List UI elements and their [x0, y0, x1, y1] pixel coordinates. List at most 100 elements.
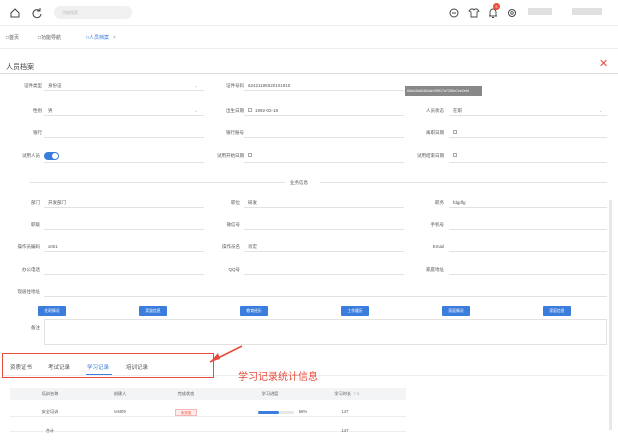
close-icon[interactable]: ×	[113, 35, 116, 41]
home-addr-label: 家庭地址	[426, 267, 444, 272]
wechat-field[interactable]	[244, 229, 404, 230]
chevron-down-icon: ⌄	[599, 108, 603, 113]
calendar-icon[interactable]	[248, 153, 252, 157]
work-history-button[interactable]: 工作履历	[341, 306, 369, 316]
status-select[interactable]: 在职	[453, 108, 462, 114]
annotation-text: 学习记录统计信息	[238, 372, 318, 383]
cell-creator: test09	[114, 409, 126, 414]
current-addr-label: 现居住地址	[17, 289, 41, 294]
wechat-label: 微信号	[226, 222, 241, 227]
dept-label: 部门	[31, 200, 40, 205]
total-label: 合计	[45, 428, 55, 433]
dept-underline	[44, 207, 204, 208]
trial-underline	[44, 162, 204, 163]
remark-label: 备注	[31, 325, 40, 330]
scrollbar[interactable]	[609, 200, 612, 430]
notification-badge: 5	[493, 3, 500, 10]
status-badge: 未完成	[175, 409, 197, 416]
cert-type-select[interactable]: 身份证	[48, 83, 62, 89]
duty-field[interactable]: fdgdfg	[453, 200, 466, 205]
op-name-field[interactable]: 肖宏	[248, 244, 257, 250]
cell-duration: 147	[341, 409, 349, 414]
leave-date-label: 离职日期	[426, 130, 444, 135]
position-underline	[244, 207, 404, 208]
remark-textarea[interactable]	[44, 319, 607, 345]
filter-icon[interactable]: ▽ ⇅	[353, 392, 360, 396]
trial-start-label: 试用开始日期	[217, 153, 244, 158]
tab-bar: □首页 □功能导航 □人员档案 ×	[0, 27, 618, 49]
bank-account-label: 银行账号	[226, 130, 244, 135]
top-bar: 功能搜索 5	[0, 0, 618, 26]
status-underline	[449, 115, 607, 116]
refresh-icon[interactable]	[30, 6, 44, 20]
gender-underline	[44, 115, 204, 116]
trial-end-field[interactable]	[449, 162, 607, 163]
duty-label: 职务	[435, 200, 444, 205]
zoom-icon[interactable]	[447, 6, 461, 20]
trial-toggle[interactable]	[44, 152, 59, 160]
home-addr-field[interactable]	[449, 274, 607, 275]
rank-field[interactable]	[44, 229, 204, 230]
shirt-icon[interactable]	[467, 6, 481, 20]
section-divider	[30, 182, 285, 183]
progress-fill	[258, 411, 279, 414]
education-button[interactable]: 教育经历	[240, 306, 268, 316]
reward-button[interactable]: 奖励信息	[139, 306, 167, 316]
position-field[interactable]: 研发	[248, 200, 257, 206]
section-title: 业务信息	[290, 180, 308, 185]
col-header: 培训名称	[41, 391, 59, 396]
cert-no-underline	[244, 90, 404, 91]
family-status-button[interactable]: 家庭情况	[442, 306, 470, 316]
col-header: 学习时长 ▽ ⇅	[334, 391, 360, 396]
email-field[interactable]	[449, 251, 607, 252]
cert-type-underline	[44, 90, 204, 91]
panel-title: 人员档案	[6, 64, 34, 71]
office-phone-label: 办公电话	[22, 267, 40, 272]
bank-account-field[interactable]	[244, 137, 404, 138]
dept-field[interactable]: 开发部门	[48, 200, 66, 206]
leave-date-field[interactable]	[449, 137, 607, 138]
family-info-button[interactable]: 家庭信息	[543, 306, 571, 316]
cert-no-field[interactable]: 62421195020101910	[248, 83, 290, 88]
email-label: Email	[432, 244, 444, 249]
search-input[interactable]: 功能搜索	[54, 6, 132, 19]
calendar-icon	[248, 108, 252, 112]
op-name-underline	[244, 251, 404, 252]
bank-field[interactable]	[44, 137, 204, 138]
op-code-field[interactable]: x001	[48, 244, 58, 249]
trial-end-label: 试用结束日期	[417, 153, 444, 158]
section-divider	[320, 182, 607, 183]
calendar-icon[interactable]	[453, 130, 457, 134]
tab-home[interactable]: □首页	[6, 34, 19, 41]
calendar-icon[interactable]	[453, 153, 457, 157]
chevron-down-icon: ⌄	[194, 108, 198, 113]
birthday-field[interactable]: 1992-02-18	[255, 108, 278, 113]
tooltip: 65a44dd0464de19f917a7280e7ce2efd	[405, 86, 482, 96]
op-name-label: 操作员名	[222, 244, 240, 249]
col-header: 完成状态	[177, 391, 195, 396]
annotation-box	[2, 353, 214, 378]
mobile-label: 手机号	[430, 222, 445, 227]
gender-select[interactable]: 男	[48, 108, 53, 114]
user-org-redacted[interactable]	[572, 8, 602, 15]
current-addr-field[interactable]	[44, 296, 607, 297]
duty-underline	[449, 207, 607, 208]
tab-staff-archive[interactable]: □人员档案 ×	[86, 34, 116, 41]
trial-start-field[interactable]	[244, 162, 404, 163]
close-icon[interactable]: ✕	[599, 59, 608, 70]
mobile-field[interactable]	[449, 229, 607, 230]
gear-icon[interactable]	[505, 6, 519, 20]
cell-name: 安全培训	[41, 409, 59, 414]
home-icon[interactable]	[8, 6, 22, 20]
trial-label: 试用人员	[22, 153, 40, 158]
user-name-redacted[interactable]	[528, 8, 552, 15]
position-label: 职位	[231, 200, 240, 205]
qq-field[interactable]	[244, 274, 404, 275]
chevron-down-icon: ⌄	[194, 83, 198, 88]
status-label: 人员状态	[426, 108, 444, 113]
total-duration: 147	[341, 428, 349, 433]
tab-nav[interactable]: □功能导航	[38, 34, 61, 41]
office-phone-field[interactable]	[44, 274, 204, 275]
birthday-underline	[244, 115, 404, 116]
employment-button[interactable]: 任职情况	[38, 306, 66, 316]
